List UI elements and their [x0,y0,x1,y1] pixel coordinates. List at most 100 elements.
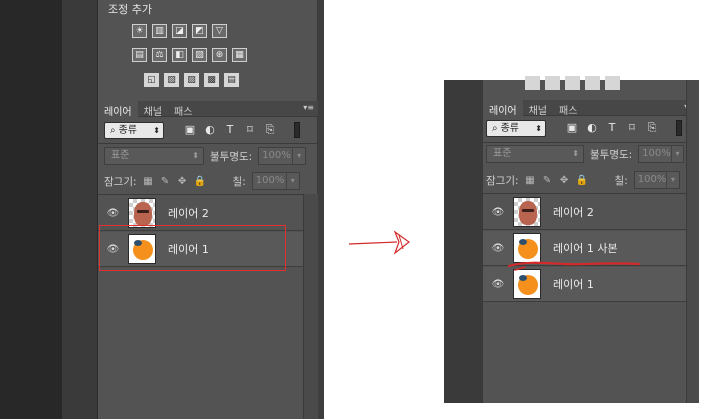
search-icon: ⌕ [492,122,498,134]
eye-icon[interactable]: 👁 [483,207,513,218]
shape-filter-icon[interactable]: ⌑ [244,124,256,136]
lock-row: 잠그기: ▦ ✎ ✥ 🔒 칠: 100% ▾ [486,171,680,189]
photo-filter-icon[interactable]: ▨ [192,48,207,62]
tab-paths[interactable]: 패스 [168,101,198,118]
blend-mode-select[interactable]: 표준 ⬍ [104,147,204,165]
filter-kind-select[interactable]: ⌕ 종류 ⬍ [104,121,164,139]
pixel-filter-icon[interactable]: ▣ [566,122,578,134]
posterize-icon[interactable] [545,76,560,90]
layers-scrollbar[interactable] [686,80,699,403]
lock-row: 잠그기: ▦ ✎ ✥ 🔒 칠: 100% ▾ [104,172,300,190]
adjustments-row-2: ▤ ⚖ ◧ ▨ ⊛ ▦ [132,48,247,62]
fill-value: 100% [255,175,285,186]
fill-label: 칠: [614,174,628,187]
lock-label: 잠그기: [486,174,519,187]
right-layers-panel: 레이어 채널 패스 ▾≡ ⌕ 종류 ⬍ ▣ ◐ T ⌑ ⎘ 표준 ⬍ 불투명도:… [483,76,699,403]
layer-name: 레이어 2 [553,206,594,219]
dropdown-icon: ⬍ [192,151,199,160]
opacity-field[interactable]: 100% ▾ [258,147,307,165]
fill-field[interactable]: 100% ▾ [633,171,680,189]
selective-color-icon[interactable] [585,76,600,90]
lock-transparent-icon[interactable]: ▦ [525,175,536,186]
adjustments-row-3: ◱ ▧ ▨ ▩ ▤ [144,73,239,87]
layer-thumbnail [513,269,541,299]
lock-pixels-icon[interactable]: ✎ [160,176,171,187]
shape-filter-icon[interactable]: ⌑ [626,122,638,134]
layer-row[interactable]: 👁 레이어 2 [483,195,686,230]
filter-kind-select[interactable]: ⌕ 종류 ⬍ [486,119,546,137]
dropdown-icon: ⬍ [572,149,579,158]
filter-toggle-switch[interactable] [294,122,300,138]
layer-thumbnail [513,197,541,227]
eye-icon[interactable]: 👁 [483,279,513,290]
tab-layers[interactable]: 레이어 [98,101,138,118]
filter-toggle-switch[interactable] [676,120,682,136]
channel-mixer-icon[interactable]: ⊛ [212,48,227,62]
lock-position-icon[interactable]: ✥ [177,176,188,187]
adjustments-row-partial [525,76,620,90]
chevron-down-icon[interactable]: ▾ [292,148,305,164]
opacity-label: 불투명도: [590,148,633,161]
vibrance-icon[interactable]: ▽ [212,24,227,38]
gradient-map-icon[interactable] [605,76,620,90]
invert-icon[interactable]: ◱ [144,73,159,87]
chevron-down-icon[interactable]: ▾ [285,173,299,189]
smart-object-filter-icon[interactable]: ⎘ [646,122,658,134]
panel-edge [318,0,324,419]
blend-row: 표준 ⬍ 불투명도: 100% ▾ [486,145,685,163]
lock-all-icon[interactable]: 🔒 [576,175,588,186]
lock-all-icon[interactable]: 🔒 [194,176,206,187]
blend-mode-select[interactable]: 표준 ⬍ [486,145,584,163]
color-lookup-icon[interactable]: ▦ [232,48,247,62]
lock-pixels-icon[interactable]: ✎ [542,175,553,186]
chevron-down-icon[interactable]: ▾ [670,146,683,162]
posterize-icon[interactable]: ▧ [164,73,179,87]
chevron-down-icon[interactable]: ▾ [666,172,678,188]
opacity-field[interactable]: 100% ▾ [638,145,685,163]
curves-icon[interactable]: ◪ [172,24,187,38]
workspace-dark-area [0,0,62,419]
black-white-icon[interactable]: ◧ [172,48,187,62]
levels-icon[interactable]: ▥ [152,24,167,38]
layer-filter-toolbar: ⌕ 종류 ⬍ ▣ ◐ T ⌑ ⎘ [104,120,300,140]
color-balance-icon[interactable]: ⚖ [152,48,167,62]
threshold-icon[interactable]: ▨ [184,73,199,87]
layers-tabbar: 레이어 채널 패스 ▾≡ [483,100,699,117]
type-filter-icon[interactable]: T [606,122,618,134]
opacity-label: 불투명도: [210,150,253,163]
eye-icon[interactable]: 👁 [483,243,513,254]
opacity-value: 100% [642,148,671,159]
pixel-filter-icon[interactable]: ▣ [184,124,196,136]
eye-icon[interactable]: 👁 [98,208,128,219]
hue-saturation-icon[interactable]: ▤ [132,48,147,62]
blend-row: 표준 ⬍ 불투명도: 100% ▾ [104,147,307,165]
search-icon: ⌕ [110,124,116,136]
tab-channels[interactable]: 채널 [523,100,553,117]
panel-menu-icon[interactable]: ▾≡ [303,103,314,112]
smart-object-filter-icon[interactable]: ⎘ [264,124,276,136]
layer-name: 레이어 2 [168,207,209,220]
tab-layers[interactable]: 레이어 [483,100,523,117]
layer-thumbnail [128,198,156,228]
fill-field[interactable]: 100% ▾ [251,172,300,190]
type-filter-icon[interactable]: T [224,124,236,136]
selective-color-icon[interactable]: ▩ [204,73,219,87]
brightness-icon[interactable]: ☀ [132,24,147,38]
opacity-value: 100% [262,150,291,161]
adjustments-row-1: ☀ ▥ ◪ ◩ ▽ [132,24,227,38]
adjustment-filter-icon[interactable]: ◐ [204,124,216,136]
threshold-icon[interactable] [565,76,580,90]
tab-channels[interactable]: 채널 [138,101,168,118]
lock-transparent-icon[interactable]: ▦ [143,176,154,187]
tab-paths[interactable]: 패스 [553,100,583,117]
invert-icon[interactable] [525,76,540,90]
panel-dock-column [62,0,98,419]
blend-mode-value: 표준 [111,150,130,161]
lock-position-icon[interactable]: ✥ [559,175,570,186]
adjustment-filter-icon[interactable]: ◐ [586,122,598,134]
layer-row[interactable]: 👁 레이어 1 [483,267,686,302]
exposure-icon[interactable]: ◩ [192,24,207,38]
gradient-map-icon[interactable]: ▤ [224,73,239,87]
layers-scrollbar[interactable] [303,194,318,419]
divider [98,143,318,144]
